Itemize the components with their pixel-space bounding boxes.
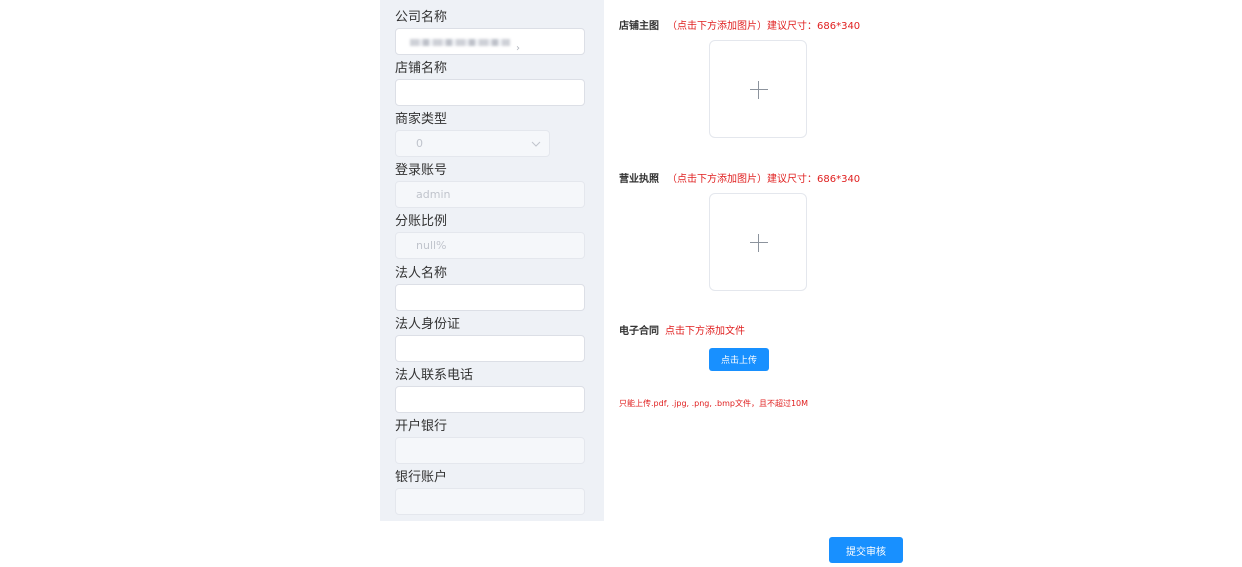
- company-name-input[interactable]: ›: [395, 28, 585, 55]
- redacted-arrow-icon: ›: [516, 43, 520, 54]
- contract-section: 电子合同 点击下方添加文件: [619, 325, 745, 338]
- shop-image-label: 店铺主图: [619, 21, 659, 32]
- shop-name-label: 店铺名称: [395, 61, 448, 76]
- shop-name-input[interactable]: [395, 79, 585, 106]
- legal-id-label: 法人身份证: [395, 317, 461, 332]
- login-account-input[interactable]: admin: [395, 181, 585, 208]
- bank-input[interactable]: [395, 437, 585, 464]
- merchant-type-select[interactable]: 0: [395, 130, 550, 157]
- split-ratio-input[interactable]: null%: [395, 232, 585, 259]
- split-ratio-label: 分账比例: [395, 214, 448, 229]
- company-name-label: 公司名称: [395, 10, 448, 25]
- legal-name-label: 法人名称: [395, 266, 448, 281]
- bank-account-input[interactable]: [395, 488, 585, 515]
- contract-label: 电子合同: [619, 326, 659, 337]
- shop-image-upload[interactable]: [709, 40, 807, 138]
- redacted-text: [410, 39, 510, 46]
- merchant-type-label: 商家类型: [395, 112, 448, 127]
- plus-icon: [750, 234, 768, 252]
- legal-name-input[interactable]: [395, 284, 585, 311]
- shop-image-hint: （点击下方添加图片）建议尺寸：686*340: [667, 21, 861, 32]
- legal-id-input[interactable]: [395, 335, 585, 362]
- business-license-upload[interactable]: [709, 193, 807, 291]
- legal-phone-label: 法人联系电话: [395, 368, 474, 383]
- legal-phone-input[interactable]: [395, 386, 585, 413]
- business-license-hint: （点击下方添加图片）建议尺寸：686*340: [667, 174, 861, 185]
- business-license-section: 营业执照 （点击下方添加图片）建议尺寸：686*340: [619, 173, 860, 186]
- business-license-label: 营业执照: [619, 174, 659, 185]
- shop-image-section: 店铺主图 （点击下方添加图片）建议尺寸：686*340: [619, 20, 860, 33]
- contract-hint: 点击下方添加文件: [665, 326, 745, 337]
- upload-contract-button[interactable]: 点击上传: [709, 348, 769, 371]
- bank-label: 开户银行: [395, 419, 448, 434]
- submit-review-button[interactable]: 提交审核: [829, 537, 903, 563]
- plus-icon: [750, 81, 768, 99]
- login-account-label: 登录账号: [395, 163, 448, 178]
- bank-account-label: 银行账户: [395, 470, 448, 485]
- form-panel: 公司名称 › 店铺名称 商家类型 0 登录账号 admin 分账比例 null%…: [380, 0, 604, 521]
- upload-note: 只能上传.pdf, .jpg, .png, .bmp文件，且不超过10M: [619, 399, 809, 408]
- chevron-down-icon: [531, 141, 541, 147]
- merchant-type-value: 0: [416, 137, 423, 150]
